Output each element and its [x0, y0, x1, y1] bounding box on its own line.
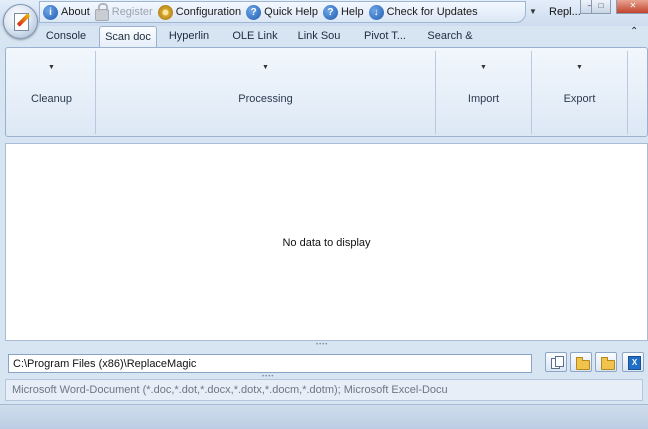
copy-path-button[interactable] — [545, 352, 567, 372]
dropdown-arrow-icon: ▼ — [480, 64, 487, 71]
quick-help-label: Quick Help — [264, 6, 318, 18]
application-menu-button[interactable] — [3, 4, 38, 39]
check-for-updates-label: Check for Updates — [386, 6, 478, 18]
filter-fade — [506, 380, 642, 400]
help-button[interactable]: ? Help — [322, 4, 364, 20]
quick-help-button[interactable]: ? Quick Help — [246, 4, 318, 20]
copy-icon — [551, 356, 564, 369]
ribbon-group-export[interactable]: ▼ Export — [532, 51, 628, 134]
file-type-filter[interactable]: Microsoft Word-Document (*.doc,*.dot,*.d… — [5, 379, 643, 401]
excel-export-button[interactable]: X — [622, 352, 644, 372]
tab-scan-doc[interactable]: Scan doc — [99, 26, 157, 47]
tab-search[interactable]: Search & — [422, 26, 478, 47]
excel-icon: X — [628, 356, 641, 370]
configuration-label: Configuration — [175, 6, 242, 18]
configuration-button[interactable]: Configuration — [157, 4, 242, 20]
customize-toolbar-dropdown-icon[interactable]: ▼ — [529, 7, 537, 16]
gear-icon — [157, 4, 173, 20]
dropdown-arrow-icon: ▼ — [262, 64, 269, 71]
group-label-processing: Processing — [238, 93, 293, 105]
maximize-button[interactable]: □ — [591, 0, 611, 14]
folder-path-input[interactable] — [8, 354, 532, 373]
title-bar: i About Register Configuration ? Quick H… — [0, 0, 648, 39]
about-button[interactable]: i About — [43, 4, 90, 20]
help-icon: ? — [246, 4, 262, 20]
ribbon-tab-bar: Console Scan doc Hyperlin OLE Link Link … — [0, 26, 648, 47]
empty-grid-message: No data to display — [282, 237, 371, 249]
info-icon: i — [43, 4, 58, 20]
ribbon-group-cleanup[interactable]: ▼ Cleanup — [8, 51, 96, 134]
file-type-filter-text: Microsoft Word-Document (*.doc,*.dot,*.d… — [12, 384, 448, 396]
help-icon: ? — [322, 4, 338, 20]
dropdown-arrow-icon: ▼ — [48, 64, 55, 71]
status-bar — [0, 404, 648, 429]
quick-access-toolbar: i About Register Configuration ? Quick H… — [39, 1, 526, 23]
tab-ole-links[interactable]: OLE Link — [228, 26, 282, 47]
group-label-export: Export — [563, 93, 596, 105]
register-label: Register — [111, 6, 153, 18]
tab-pivot-tables[interactable]: Pivot T... — [357, 26, 413, 47]
browse-folder-button[interactable] — [595, 352, 617, 372]
open-folder-button[interactable] — [570, 352, 592, 372]
close-button[interactable]: ✕ — [616, 0, 648, 14]
path-row: X — [0, 349, 648, 375]
about-label: About — [61, 6, 90, 18]
group-label-cleanup: Cleanup — [31, 93, 72, 105]
lock-icon — [94, 2, 109, 21]
dropdown-arrow-icon: ▼ — [576, 64, 583, 71]
tab-console[interactable]: Console — [40, 26, 92, 47]
help-label: Help — [340, 6, 364, 18]
check-for-updates-button[interactable]: ↓ Check for Updates — [368, 4, 478, 20]
folder-icon — [601, 357, 615, 370]
download-icon: ↓ — [368, 4, 384, 20]
tab-hyperlinks[interactable]: Hyperlin — [162, 26, 216, 47]
ribbon-group-processing[interactable]: ▼ Processing — [96, 51, 436, 134]
ribbon-group-import[interactable]: ▼ Import — [436, 51, 532, 134]
register-button[interactable]: Register — [94, 2, 153, 21]
results-grid[interactable]: No data to display — [5, 143, 648, 341]
group-label-import: Import — [467, 93, 500, 105]
tab-link-sources[interactable]: Link Sou — [292, 26, 346, 47]
ribbon-panel: ▼ Cleanup ▼ Processing ▼ Import ▼ Export — [5, 47, 648, 137]
splitter-grip-icon[interactable]: •••• — [316, 342, 328, 348]
window-title: Repl... — [549, 6, 581, 18]
ribbon-collapse-icon[interactable]: ⌃ — [630, 26, 638, 37]
folder-icon — [576, 357, 590, 370]
